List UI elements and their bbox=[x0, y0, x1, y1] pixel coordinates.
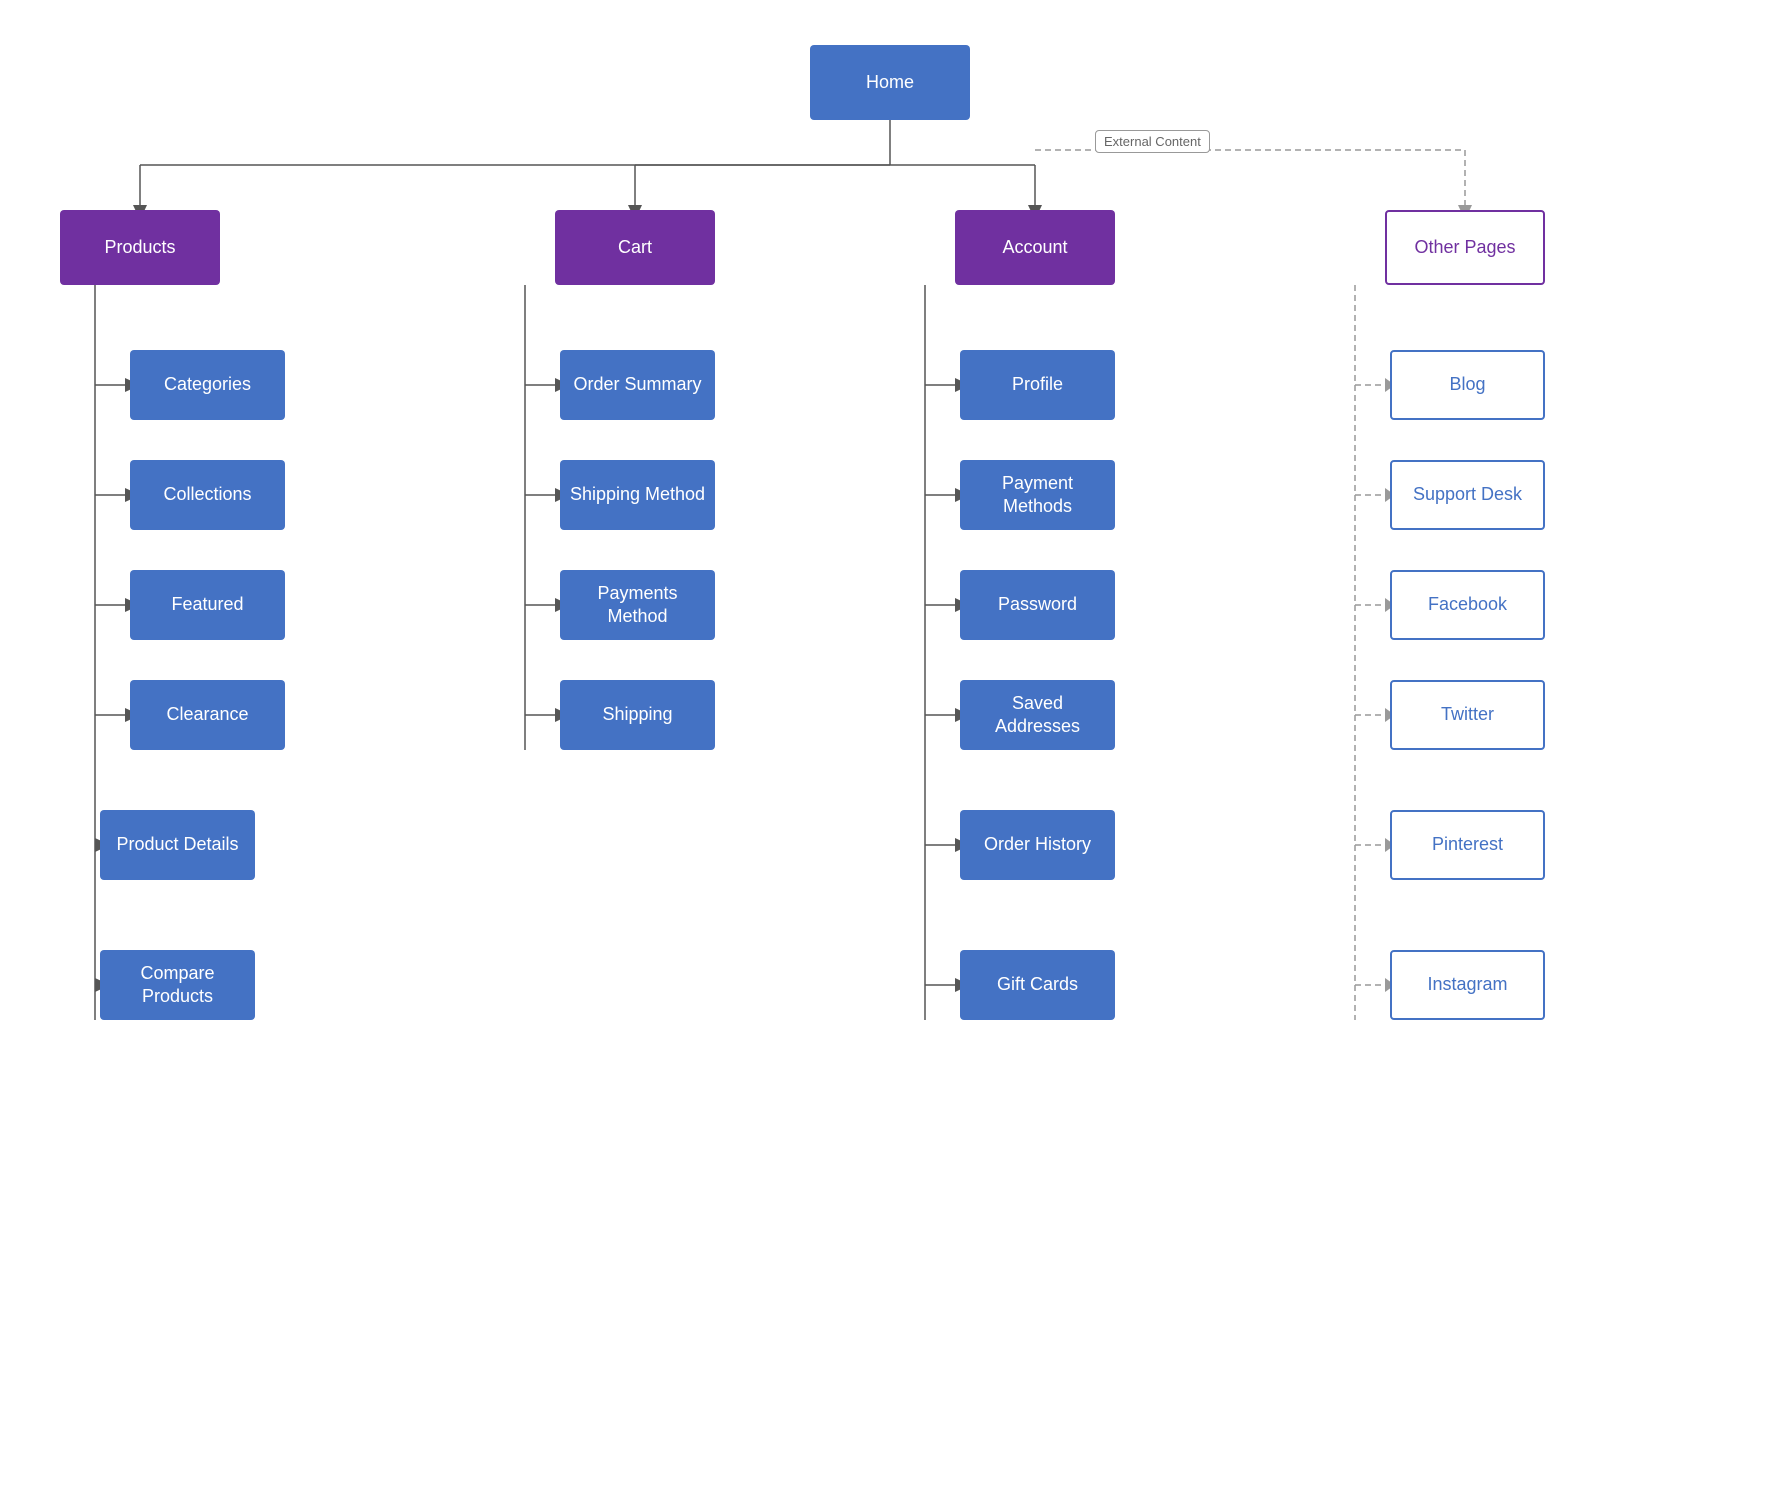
node-account: Account bbox=[955, 210, 1115, 285]
node-twitter: Twitter bbox=[1390, 680, 1545, 750]
node-cart: Cart bbox=[555, 210, 715, 285]
node-other-pages: Other Pages bbox=[1385, 210, 1545, 285]
node-order-summary: Order Summary bbox=[560, 350, 715, 420]
node-featured: Featured bbox=[130, 570, 285, 640]
node-collections: Collections bbox=[130, 460, 285, 530]
node-order-history: Order History bbox=[960, 810, 1115, 880]
node-categories: Categories bbox=[130, 350, 285, 420]
node-facebook: Facebook bbox=[1390, 570, 1545, 640]
node-shipping-method: Shipping Method bbox=[560, 460, 715, 530]
node-compare-products: Compare Products bbox=[100, 950, 255, 1020]
node-pinterest: Pinterest bbox=[1390, 810, 1545, 880]
node-product-details: Product Details bbox=[100, 810, 255, 880]
node-support-desk: Support Desk bbox=[1390, 460, 1545, 530]
diagram: Home Products Cart Account Other Pages E… bbox=[0, 0, 1780, 1508]
node-clearance: Clearance bbox=[130, 680, 285, 750]
node-instagram: Instagram bbox=[1390, 950, 1545, 1020]
node-home: Home bbox=[810, 45, 970, 120]
node-products: Products bbox=[60, 210, 220, 285]
node-saved-addresses: Saved Addresses bbox=[960, 680, 1115, 750]
node-profile: Profile bbox=[960, 350, 1115, 420]
node-blog: Blog bbox=[1390, 350, 1545, 420]
external-content-label: External Content bbox=[1095, 130, 1210, 153]
node-payments-method: Payments Method bbox=[560, 570, 715, 640]
node-password: Password bbox=[960, 570, 1115, 640]
node-shipping: Shipping bbox=[560, 680, 715, 750]
node-gift-cards: Gift Cards bbox=[960, 950, 1115, 1020]
node-payment-methods: Payment Methods bbox=[960, 460, 1115, 530]
